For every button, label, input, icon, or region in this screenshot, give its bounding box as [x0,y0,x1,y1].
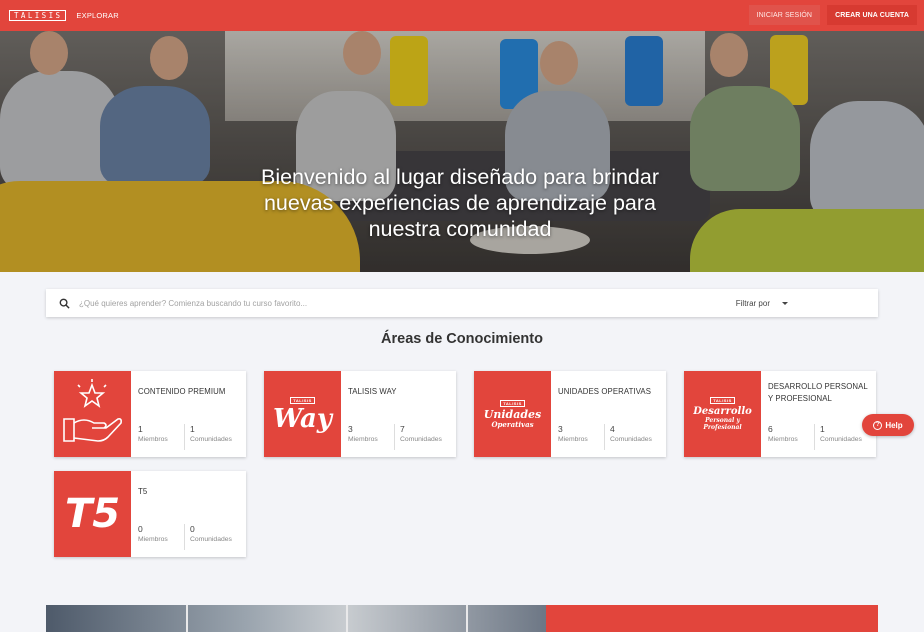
thumb-title: Unidades [483,407,542,421]
login-button[interactable]: INICIAR SESIÓN [748,5,821,25]
nav-actions: INICIAR SESIÓN CREAR UNA CUENTA [748,5,917,25]
hero-title: Bienvenido al lugar diseñado para brinda… [260,165,660,241]
banner-image [46,605,546,632]
t5-logo: T5 [64,491,121,537]
communities-stat: 0 Comunidades [184,524,232,550]
thumb-title: Desarrollo [693,406,752,417]
talisis-mark: TALISIS [500,399,525,407]
area-card-t5[interactable]: T5 T5 0 Miembros 0 Comunidades [54,471,246,557]
hand-star-icon [63,379,122,442]
members-stat: 0 Miembros [138,524,168,543]
question-icon: ? [873,420,883,430]
area-name: DESARROLLO PERSONAL Y PROFESIONAL [768,382,868,403]
communities-stat: 1 Comunidades [814,424,862,450]
area-card-contenido-premium[interactable]: CONTENIDO PREMIUM 1 Miembros 1 Comunidad… [54,371,246,457]
area-name: CONTENIDO PREMIUM [138,387,226,396]
area-thumbnail: T5 [54,471,131,557]
banner-red-panel [546,605,878,632]
area-thumbnail [54,371,131,457]
help-label: Help [885,420,903,430]
section-title: Áreas de Conocimiento [381,331,543,347]
area-thumbnail: TALISIS Way [264,371,341,457]
filter-label: Filtrar por [735,298,770,308]
nav-explore-link[interactable]: EXPLORAR [76,11,118,20]
area-card-desarrollo-personal[interactable]: TALISIS Desarrollo Personal y Profesiona… [684,371,876,457]
search-icon[interactable] [59,298,70,309]
hero-banner: Bienvenido al lugar diseñado para brinda… [0,31,924,272]
communities-stat: 1 Comunidades [184,424,232,450]
communities-stat: 7 Comunidades [394,424,442,450]
area-name: T5 [138,487,148,496]
thumb-subtitle: Personal y Profesional [703,417,742,431]
bottom-banner [46,605,878,632]
help-button[interactable]: ? Help [862,414,914,436]
thumb-title: Way [273,403,332,434]
search-bar: Filtrar por [46,289,878,317]
talisis-logo[interactable]: TALISIS [9,10,67,21]
communities-stat: 4 Comunidades [604,424,652,450]
filter-dropdown[interactable]: Filtrar por [736,289,788,317]
area-thumbnail: TALISIS Desarrollo Personal y Profesiona… [684,371,761,457]
top-navbar: TALISIS EXPLORAR INICIAR SESIÓN CREAR UN… [0,0,924,31]
talisis-mark: TALISIS [710,397,735,404]
area-name: UNIDADES OPERATIVAS [558,387,652,396]
talisis-mark: TALISIS [290,396,315,404]
search-input[interactable] [79,298,679,308]
area-card-talisis-way[interactable]: TALISIS Way TALISIS WAY 3 Miembros 7 Com… [264,371,456,457]
area-name: TALISIS WAY [348,387,397,396]
caret-down-icon [782,301,788,305]
members-stat: 3 Miembros [558,424,588,443]
area-thumbnail: TALISIS Unidades Operativas [474,371,551,457]
area-card-unidades-operativas[interactable]: TALISIS Unidades Operativas UNIDADES OPE… [474,371,666,457]
members-stat: 6 Miembros [768,424,798,443]
thumb-subtitle: Operativas [491,419,534,429]
members-stat: 1 Miembros [138,424,168,443]
members-stat: 3 Miembros [348,424,378,443]
signup-button[interactable]: CREAR UNA CUENTA [827,5,917,25]
